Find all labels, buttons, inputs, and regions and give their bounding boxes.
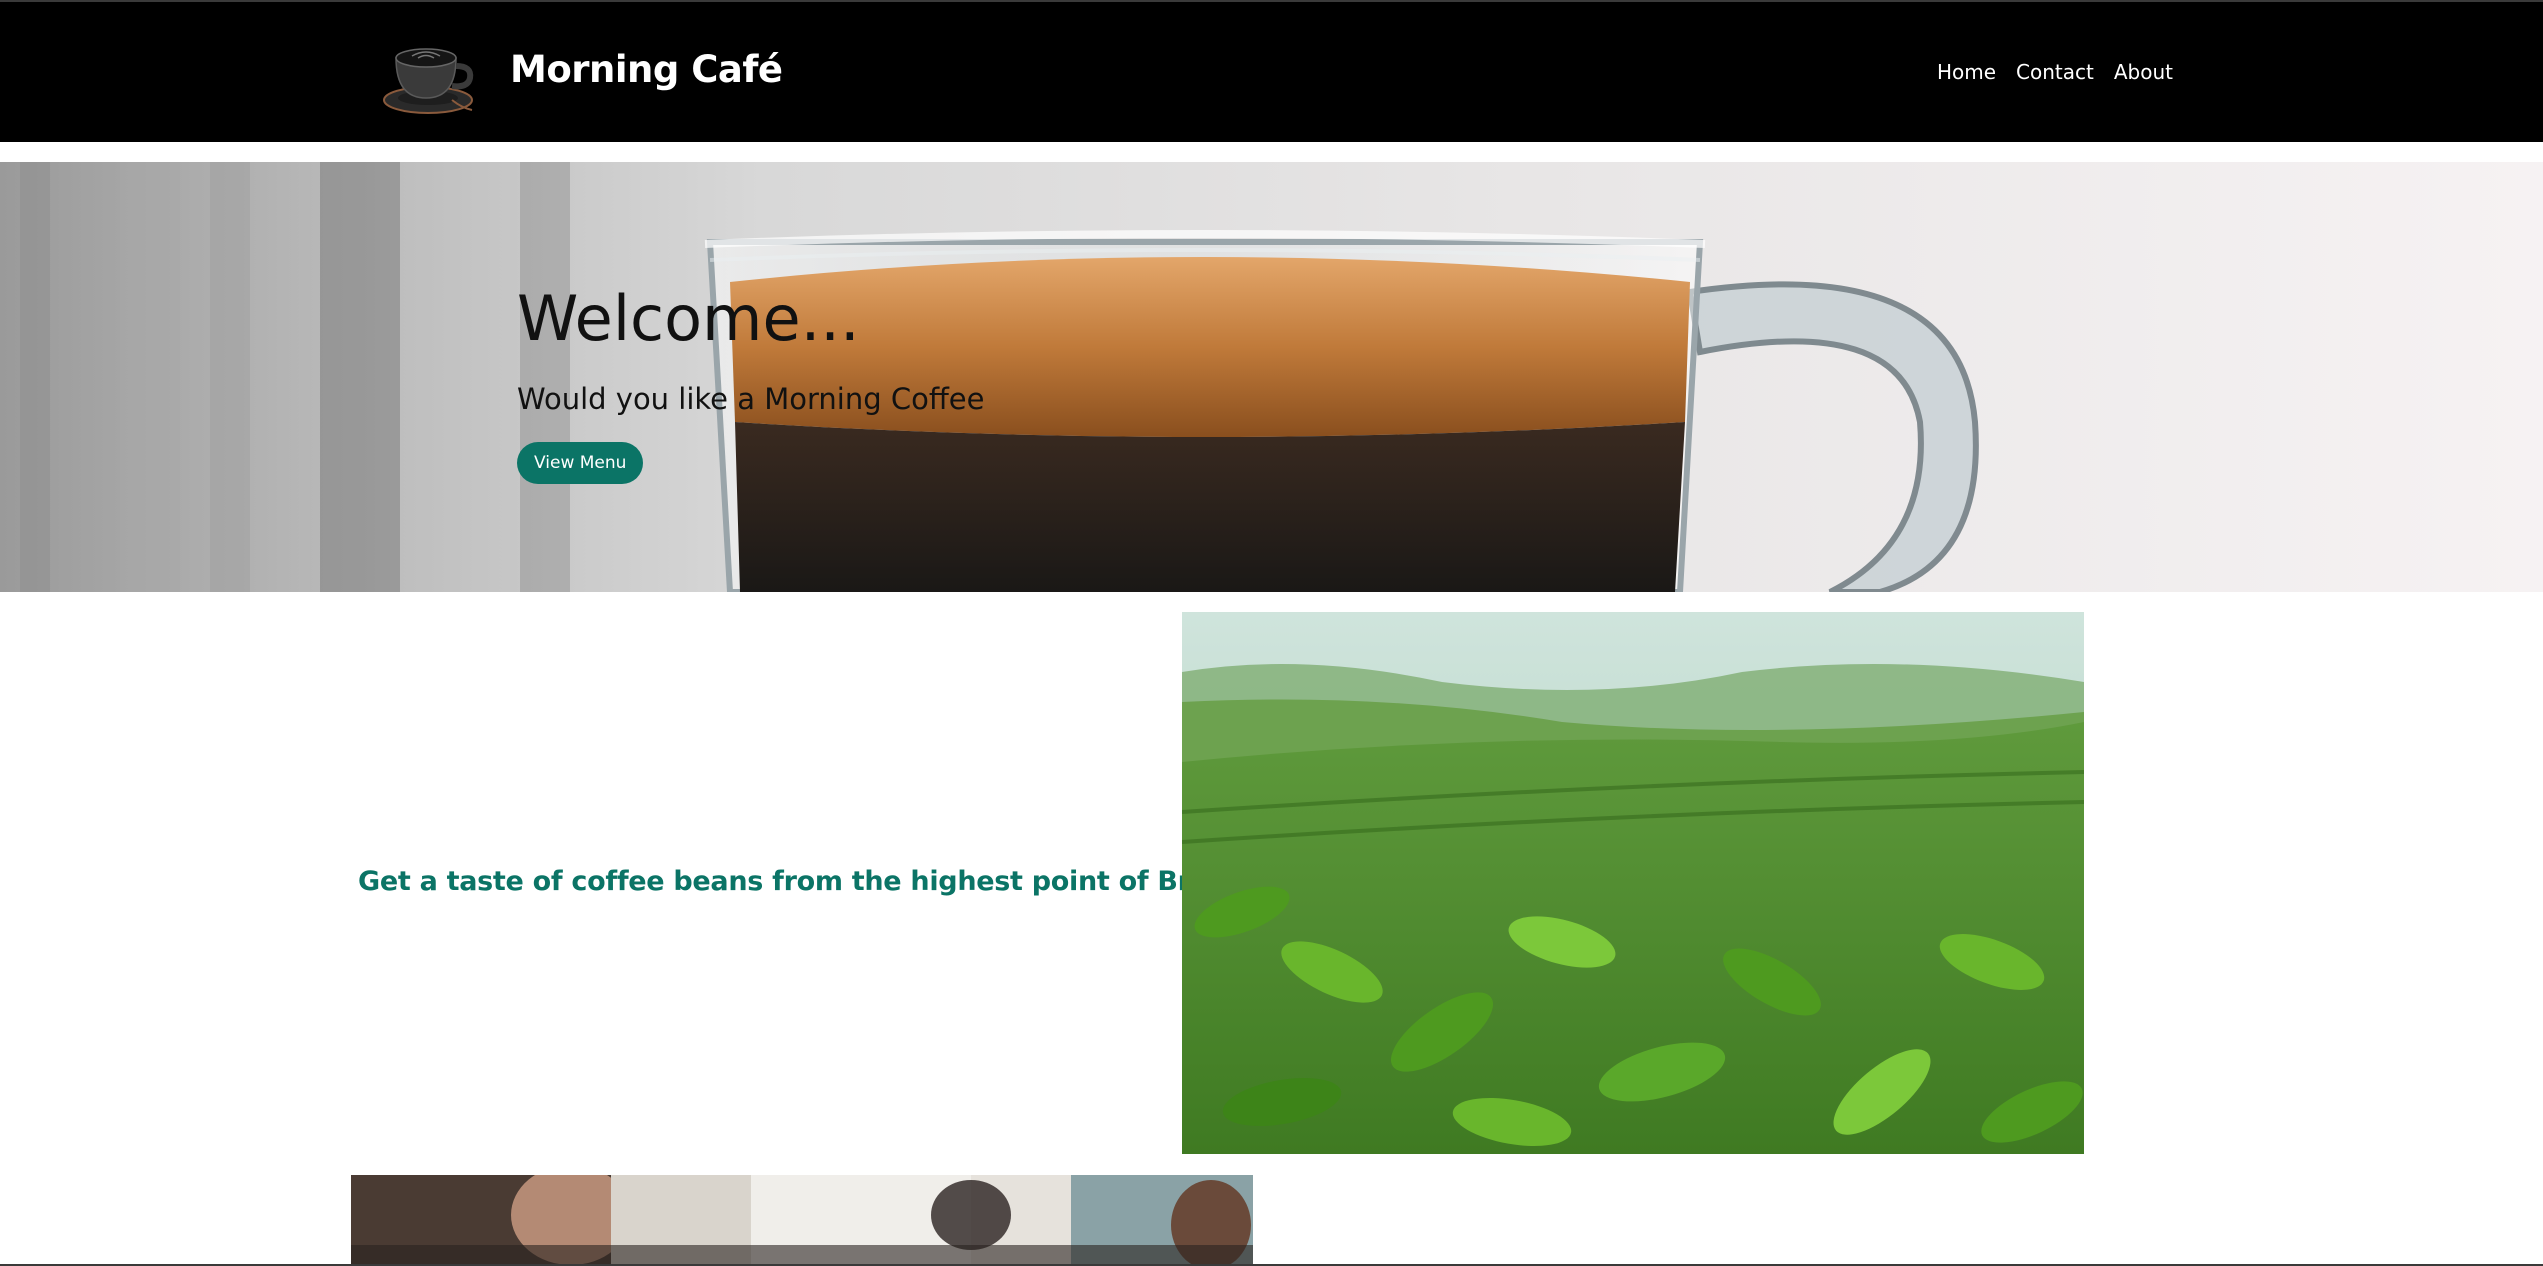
hero-title: Welcome... (517, 282, 860, 355)
hero-background-image (0, 162, 2543, 592)
main-nav: Home Contact About (1937, 60, 2173, 84)
view-menu-button[interactable]: View Menu (517, 442, 644, 484)
coffee-cup-icon[interactable] (382, 38, 478, 116)
nav-link-about[interactable]: About (2114, 60, 2173, 84)
coffee-plantation-image (1182, 612, 2084, 1154)
nav-link-home[interactable]: Home (1937, 60, 1996, 84)
nav-link-contact[interactable]: Contact (2016, 60, 2094, 84)
barista-image (351, 1175, 1253, 1266)
brand-title[interactable]: Morning Café (510, 48, 783, 91)
hero-section: Welcome... Would you like a Morning Coff… (0, 162, 2543, 592)
hero-subtitle: Would you like a Morning Coffee (517, 382, 985, 416)
feature-text: Get a taste of coffee beans from the hig… (358, 866, 1252, 897)
site-header: Morning Café Home Contact About (0, 0, 2543, 142)
